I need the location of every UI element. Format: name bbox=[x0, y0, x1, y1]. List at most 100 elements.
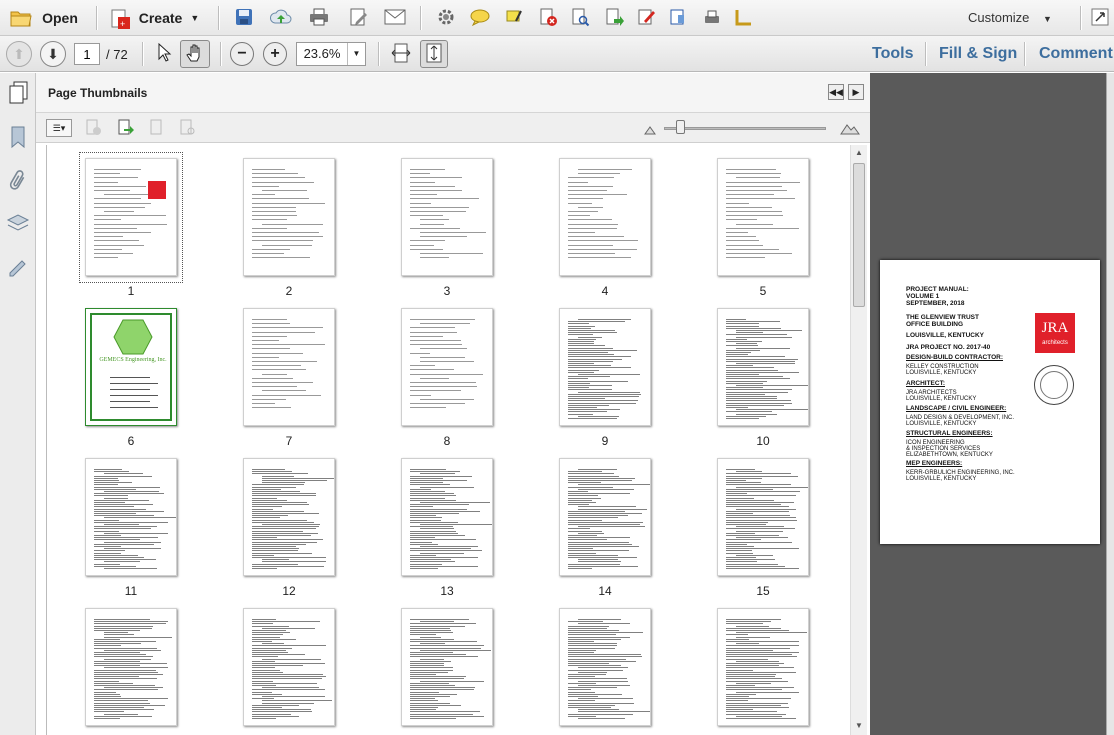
panel-title: Page Thumbnails bbox=[48, 86, 148, 100]
page-thumbnail[interactable] bbox=[243, 158, 335, 276]
fit-page-button[interactable] bbox=[420, 40, 448, 68]
upload-button[interactable] bbox=[266, 4, 296, 32]
layers-tab[interactable] bbox=[6, 211, 30, 238]
zoom-out-button[interactable]: − bbox=[230, 42, 254, 66]
scroll-down-arrow-icon[interactable]: ▼ bbox=[852, 719, 866, 733]
list-options-icon: ☰▾ bbox=[52, 122, 66, 133]
print-pages-button[interactable] bbox=[178, 119, 198, 140]
page-thumbnail[interactable] bbox=[243, 608, 335, 726]
delete-pages-button[interactable] bbox=[84, 119, 104, 140]
next-page-button[interactable]: ⬇ bbox=[40, 41, 66, 67]
delete-page-button[interactable] bbox=[534, 4, 562, 32]
delete-page-icon bbox=[538, 7, 558, 30]
document-scrollbar[interactable] bbox=[1106, 73, 1114, 735]
highlight-button[interactable] bbox=[500, 4, 528, 32]
export-page-icon bbox=[604, 7, 624, 30]
measure-button[interactable] bbox=[730, 4, 758, 32]
scroll-up-arrow-icon[interactable]: ▲ bbox=[852, 146, 866, 160]
print-button[interactable] bbox=[304, 4, 334, 32]
create-button[interactable]: + Create ▼ bbox=[108, 4, 200, 32]
thumbnail-options-bar: ☰▾ bbox=[36, 113, 870, 143]
page-thumbnail[interactable] bbox=[401, 458, 493, 576]
save-button[interactable] bbox=[230, 4, 258, 32]
small-mountain-icon bbox=[644, 123, 656, 138]
chevron-down-icon: ▼ bbox=[1043, 14, 1052, 24]
hand-tool-button[interactable] bbox=[180, 40, 210, 68]
page-thumbnail[interactable] bbox=[85, 458, 177, 576]
bookmarks-tab[interactable] bbox=[8, 125, 28, 152]
scan-button[interactable] bbox=[698, 4, 726, 32]
page-number-label: 10 bbox=[756, 434, 770, 448]
page-thumbnail[interactable] bbox=[243, 308, 335, 426]
page-number-label: 12 bbox=[282, 584, 296, 598]
printer-icon bbox=[308, 7, 330, 30]
gemecs-company-name: GEMECS Engineering, Inc. bbox=[99, 357, 167, 363]
page-thumbnail[interactable] bbox=[559, 458, 651, 576]
thumbnail-size-slider[interactable] bbox=[664, 127, 826, 130]
comment-tool-button[interactable] bbox=[466, 4, 494, 32]
scroll-thumb[interactable] bbox=[853, 163, 865, 307]
fill-sign-link[interactable]: Fill & Sign bbox=[939, 45, 1017, 63]
layers-icon bbox=[6, 214, 30, 238]
collapse-panel-button[interactable]: ◀◀ bbox=[828, 84, 844, 100]
signatures-tab[interactable] bbox=[6, 255, 30, 282]
page-thumbnail[interactable] bbox=[717, 608, 809, 726]
page-number-label: 11 bbox=[124, 584, 138, 598]
scanner-icon bbox=[702, 7, 722, 30]
navigation-rail bbox=[0, 73, 36, 735]
page-number-label: 8 bbox=[443, 434, 451, 448]
page-thumbnail[interactable] bbox=[243, 458, 335, 576]
export-button[interactable] bbox=[600, 4, 628, 32]
insert-pages-button[interactable] bbox=[116, 119, 136, 140]
page-thumbnail[interactable] bbox=[401, 158, 493, 276]
folder-icon bbox=[10, 8, 32, 28]
envelope-icon bbox=[383, 8, 407, 29]
page-thumbnail[interactable] bbox=[559, 158, 651, 276]
page-number-label: 14 bbox=[598, 584, 612, 598]
settings-button[interactable] bbox=[432, 4, 460, 32]
expand-panel-button[interactable]: ▶ bbox=[848, 84, 864, 100]
select-tool-button[interactable] bbox=[150, 40, 178, 68]
page-thumbnail[interactable] bbox=[559, 308, 651, 426]
page-thumbnail[interactable]: GEMECS Engineering, Inc. bbox=[85, 308, 177, 426]
page-thumbnail[interactable] bbox=[717, 458, 809, 576]
gear-icon bbox=[436, 7, 456, 30]
page-thumbnail[interactable] bbox=[401, 308, 493, 426]
signature-pen-icon bbox=[6, 260, 30, 282]
find-button[interactable] bbox=[566, 4, 594, 32]
comment-link[interactable]: Comment bbox=[1039, 45, 1113, 63]
page-thumbnail[interactable] bbox=[401, 608, 493, 726]
options-menu-button[interactable]: ☰▾ bbox=[46, 119, 72, 137]
page-thumbnail[interactable] bbox=[85, 608, 177, 726]
attachments-tab[interactable] bbox=[8, 169, 28, 196]
sign-button[interactable] bbox=[632, 4, 660, 32]
previous-page-button[interactable]: ⬆ bbox=[6, 41, 32, 67]
slider-handle[interactable] bbox=[676, 120, 685, 134]
email-button[interactable] bbox=[380, 4, 410, 32]
bookmark-icon bbox=[8, 126, 28, 152]
edit-button[interactable] bbox=[344, 4, 374, 32]
page-number-label: 3 bbox=[443, 284, 451, 298]
page-thumbnail[interactable] bbox=[717, 308, 809, 426]
page-number-label: 5 bbox=[759, 284, 767, 298]
page-number-input[interactable] bbox=[74, 43, 100, 65]
customize-dropdown[interactable]: Customize ▼ bbox=[968, 10, 1052, 25]
fit-width-button[interactable] bbox=[388, 40, 414, 68]
page-thumbnail[interactable] bbox=[559, 608, 651, 726]
page-thumbnail[interactable] bbox=[717, 158, 809, 276]
page-thumbnails-tab[interactable] bbox=[8, 81, 30, 108]
expand-button[interactable] bbox=[1088, 4, 1112, 32]
vertical-scrollbar[interactable]: ▲ ▼ bbox=[850, 145, 867, 735]
page-number-label: 6 bbox=[127, 434, 135, 448]
chevron-down-icon: ▼ bbox=[190, 13, 200, 23]
save-icon bbox=[234, 7, 254, 30]
page-number-label: 1 bbox=[127, 284, 135, 298]
tools-link[interactable]: Tools bbox=[872, 45, 913, 63]
zoom-in-button[interactable]: + bbox=[263, 42, 287, 66]
arrow-down-icon: ⬇ bbox=[47, 45, 59, 62]
rotate-pages-button[interactable] bbox=[148, 119, 168, 140]
open-button[interactable]: Open bbox=[6, 4, 82, 32]
large-mountain-icon bbox=[840, 121, 860, 138]
rotate-button[interactable] bbox=[664, 4, 692, 32]
zoom-select[interactable]: 23.6% ▼ bbox=[296, 42, 366, 66]
